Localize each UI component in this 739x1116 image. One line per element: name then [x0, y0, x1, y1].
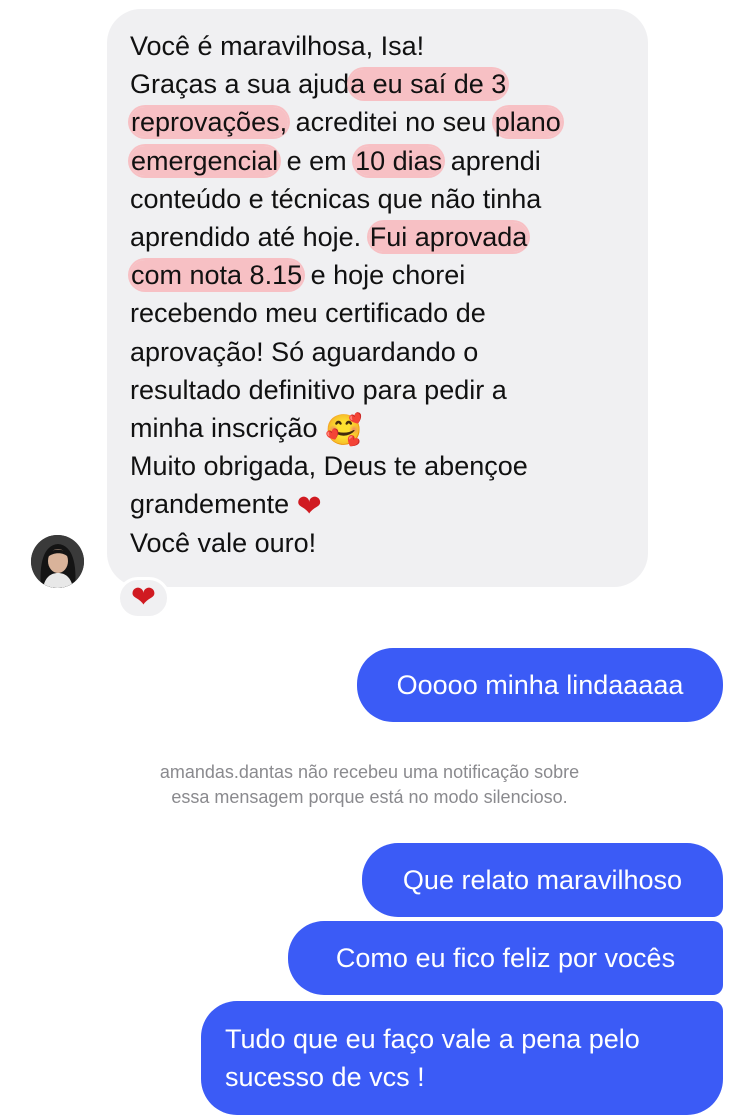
message-line: resultado definitivo para pedir a: [130, 374, 507, 405]
message-line: aprendido até hoje. Fui aprovada: [130, 222, 529, 253]
outgoing-message-bubble[interactable]: Que relato maravilhoso: [362, 843, 723, 917]
highlight: 10 dias: [354, 145, 444, 176]
message-text: Como eu fico feliz por vocês: [335, 943, 676, 973]
notice-line: essa mensagem porque está no modo silenc…: [171, 787, 568, 807]
incoming-message-bubble[interactable]: Você é maravilhosa, Isa! Graças a sua aj…: [107, 9, 648, 587]
message-line: emergencial e em 10 dias aprendi: [130, 145, 541, 176]
reaction-badge[interactable]: ❤: [117, 577, 170, 619]
message-line: recebendo meu certificado de: [130, 298, 486, 329]
avatar[interactable]: [31, 535, 84, 588]
message-line: Você vale ouro!: [130, 527, 317, 558]
profile-photo-icon: [31, 535, 84, 588]
message-text: Ooooo minha lindaaaaa: [396, 670, 684, 700]
highlight: com nota 8.15: [130, 260, 304, 291]
message-line: minha inscrição 🥰: [130, 413, 363, 449]
message-line: sucesso de vcs !: [225, 1062, 425, 1092]
message-line: Muito obrigada, Deus te abençoe: [130, 451, 528, 482]
red-heart-icon: ❤: [296, 489, 322, 525]
message-line: com nota 8.15 e hoje chorei: [130, 260, 466, 291]
silent-mode-notice: amandas.dantas não recebeu uma notificaç…: [0, 760, 739, 810]
highlight: a eu saí de 3: [349, 69, 508, 100]
red-heart-icon: ❤: [130, 580, 157, 615]
message-line: Graças a sua ajuda eu saí de 3: [130, 69, 508, 100]
highlight: plano: [493, 107, 562, 138]
highlight: emergencial: [130, 145, 280, 176]
message-line: aprovação! Só aguardando o: [130, 336, 479, 367]
message-line: reprovações, acreditei no seu plano: [130, 107, 562, 138]
highlight: reprovações,: [130, 107, 289, 138]
outgoing-message-bubble[interactable]: Tudo que eu faço vale a pena pelo sucess…: [201, 1001, 723, 1115]
message-line: Tudo que eu faço vale a pena pelo: [225, 1024, 640, 1054]
highlight: Fui aprovada: [368, 222, 529, 253]
message-line: grandemente ❤: [130, 489, 322, 525]
outgoing-message-bubble[interactable]: Como eu fico feliz por vocês: [288, 921, 723, 995]
message-line: conteúdo e técnicas que não tinha: [130, 183, 542, 214]
smiling-face-with-hearts-icon: 🥰: [325, 413, 363, 449]
message-text: Que relato maravilhoso: [402, 865, 683, 895]
outgoing-message-bubble[interactable]: Ooooo minha lindaaaaa: [357, 648, 723, 722]
notice-line: amandas.dantas não recebeu uma notificaç…: [159, 762, 580, 782]
message-line: Você é maravilhosa, Isa!: [130, 31, 425, 61]
